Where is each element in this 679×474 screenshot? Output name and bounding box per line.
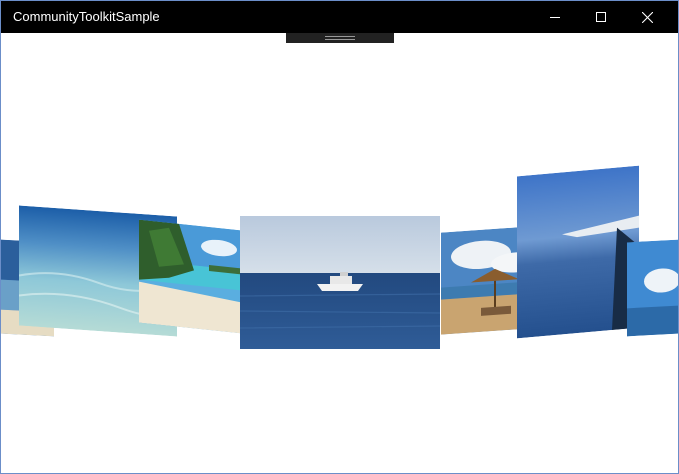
maximize-icon (596, 12, 606, 22)
carousel[interactable] (1, 33, 678, 473)
carousel-item[interactable] (139, 219, 241, 334)
carousel-item[interactable] (517, 165, 639, 339)
window-title: CommunityToolkitSample (13, 9, 160, 24)
minimize-icon (550, 17, 560, 18)
sky-edge-image (627, 239, 678, 337)
title-bar[interactable]: CommunityToolkitSample (1, 1, 678, 33)
app-window: CommunityToolkitSample (0, 0, 679, 474)
carousel-item[interactable] (627, 239, 678, 337)
boat-sea-image (240, 216, 440, 349)
minimize-button[interactable] (532, 1, 578, 33)
palm-beach-image (139, 219, 241, 334)
airplane-wing-image (517, 165, 639, 339)
close-icon (641, 11, 653, 23)
carousel-item-selected[interactable] (240, 216, 440, 349)
close-button[interactable] (624, 1, 670, 33)
maximize-button[interactable] (578, 1, 624, 33)
